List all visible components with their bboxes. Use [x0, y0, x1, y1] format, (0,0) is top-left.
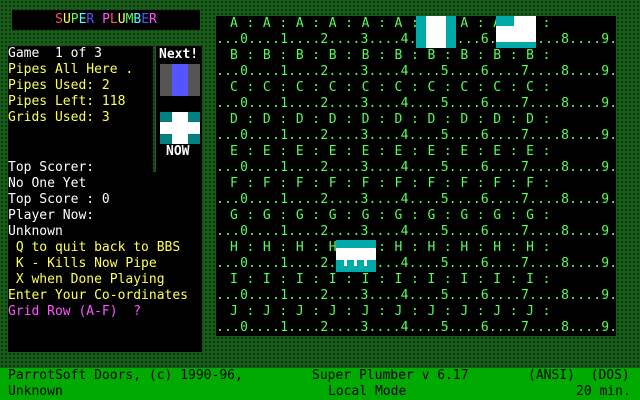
title-letter: B — [133, 12, 142, 27]
grid-row-letters: F : F : F : F : F : F : F : F : F : F : — [230, 176, 551, 191]
next-label: Next! — [159, 47, 199, 62]
top-scorer-label: Top Scorer: — [8, 160, 95, 175]
pipes-used: Pipes Used: 2 — [8, 78, 110, 93]
grid-row-numbers: ...0....1....2....3....4....5....6....7.… — [216, 320, 618, 335]
game-counter: Game 1 of 3 — [8, 46, 102, 61]
game-info-panel: Game 1 of 3 Pipes All Here . Pipes Used:… — [8, 46, 153, 176]
grid-row-numbers: ...0....1....2....3....4....5....6....7.… — [216, 128, 618, 143]
time-remaining: 20 min. — [576, 384, 631, 399]
quit-instruction: Q to quit back to BBS — [8, 240, 181, 255]
current-pipe-icon — [160, 112, 200, 144]
top-score: Top Score : 0 — [8, 192, 110, 207]
player-now-label: Player Now: — [8, 208, 95, 223]
title-letter: E — [78, 12, 87, 27]
title-letter: R — [149, 12, 157, 27]
now-label: NOW — [166, 144, 190, 159]
user-name: Unknown — [8, 384, 63, 399]
grids-used: Grids Used: 3 — [8, 110, 110, 125]
player-panel: Top Scorer: No One Yet Top Score : 0 Pla… — [8, 160, 202, 352]
grid-row-letters: H : H : H : H : H : H : H : H : H : H : — [230, 240, 551, 255]
title-letter: R — [86, 12, 95, 27]
next-pipe-panel: Next! NOW — [156, 46, 202, 174]
title-letter: E — [141, 12, 150, 27]
game-title: SUPER PLUMBER — [12, 10, 200, 30]
elbow-pipe-icon[interactable] — [496, 16, 536, 48]
title-letter: P — [102, 12, 110, 27]
grid-row-letters: I : I : I : I : I : I : I : I : I : I : — [230, 272, 551, 287]
grid-row-numbers: ...0....1....2....3....4....5....6....7.… — [216, 96, 618, 111]
title-letter: U — [62, 12, 71, 27]
title-letter — [94, 12, 102, 28]
grid-row-letters: C : C : C : C : C : C : C : C : C : C : — [230, 80, 551, 95]
title-letter: M — [125, 12, 134, 27]
title-letter: S — [55, 12, 63, 27]
top-scorer-value: No One Yet — [8, 176, 87, 191]
grid-row-numbers: ...0....1....2....3....4....5....6....7.… — [216, 192, 618, 207]
grid-row-numbers: ...0....1....2....3....4....5....6....7.… — [216, 288, 618, 303]
next-pipe-icon — [160, 64, 200, 96]
session-mode: Local Mode — [328, 384, 407, 399]
copyright-text: ParrotSoft Doors, (c) 1990-96, — [8, 368, 243, 383]
enter-coordinates: Enter Your Co-ordinates — [8, 288, 189, 303]
done-instruction: X when Done Playing — [8, 272, 165, 287]
title-letter: L — [109, 12, 118, 27]
version-text: Super Plumber v 6.17 — [312, 368, 469, 383]
status-bar: ParrotSoft Doors, (c) 1990-96, Super Plu… — [0, 368, 640, 400]
pipes-left: Pipes Left: 118 — [8, 94, 126, 109]
grid-row-letters: E : E : E : E : E : E : E : E : E : E : — [230, 144, 551, 159]
title-letter: P — [70, 12, 79, 27]
kill-instruction: K - Kills Now Pipe — [8, 256, 157, 271]
grid-row-numbers: ...0....1....2....3....4....5....6....7.… — [216, 224, 618, 239]
grid-row-numbers: ...0....1....2....3....4....5....6....7.… — [216, 160, 618, 175]
horizontal-pipe-icon[interactable] — [336, 240, 376, 272]
grid-row-letters: J : J : J : J : J : J : J : J : J : J : — [230, 304, 551, 319]
pipes-all-here: Pipes All Here . — [8, 62, 134, 77]
grid-row-letters: D : D : D : D : D : D : D : D : D : D : — [230, 112, 551, 127]
player-now-value: Unknown — [8, 224, 63, 239]
grid-row-prompt[interactable]: Grid Row (A-F) ? — [8, 304, 141, 320]
play-grid[interactable]: A : A : A : A : A : A : A : A : A : A :.… — [216, 16, 618, 336]
title-letter: U — [117, 12, 126, 27]
vertical-pipe-icon[interactable] — [416, 16, 456, 48]
grid-row-letters: G : G : G : G : G : G : G : G : G : G : — [230, 208, 551, 223]
terminal-mode: (ANSI) (DOS) — [528, 368, 630, 383]
grid-row-numbers: ...0....1....2....3....4....5....6....7.… — [216, 64, 618, 79]
grid-row-numbers: ...0....1....2....3....4....5....6....7.… — [216, 256, 618, 271]
grid-row-letters: B : B : B : B : B : B : B : B : B : B : — [230, 48, 551, 63]
